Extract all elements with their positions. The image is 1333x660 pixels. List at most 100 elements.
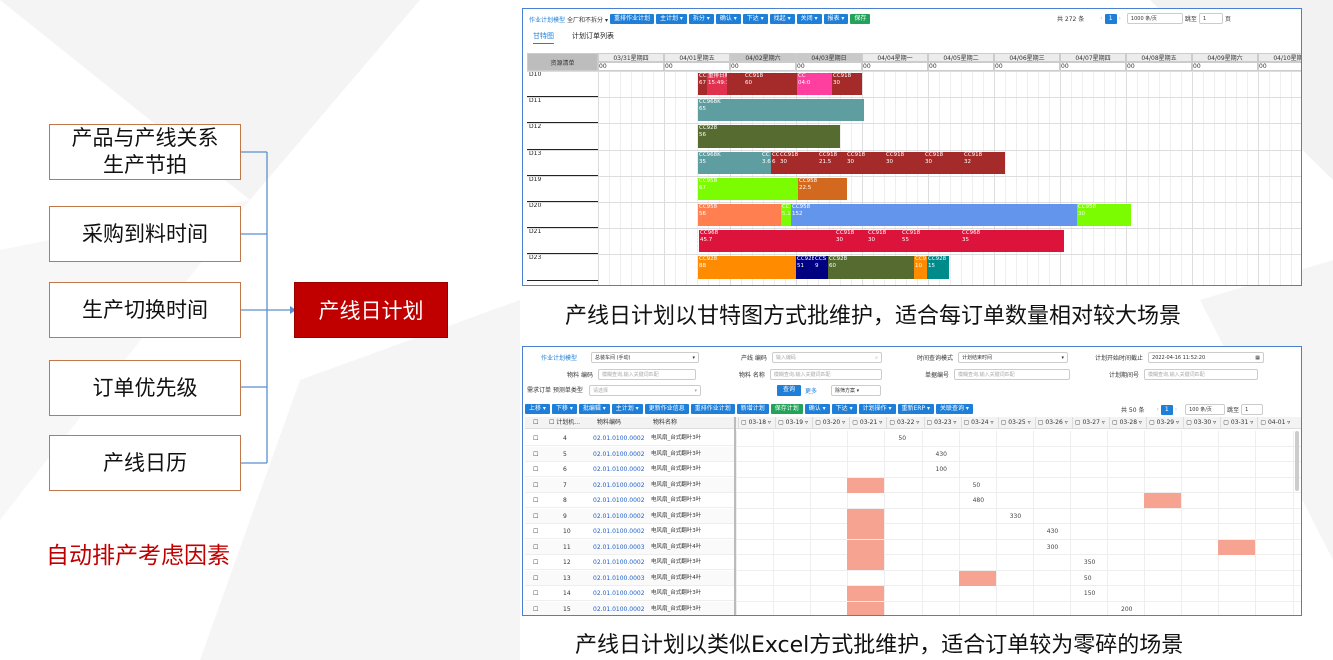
more-link[interactable]: 更多 — [805, 386, 817, 395]
plan-quantity-cell[interactable]: 350 — [1084, 559, 1095, 566]
time-mode-select[interactable]: 计划结束时间 ▾ — [958, 352, 1069, 363]
header-date-03-18[interactable]: ▢ 03-18 ▿ — [738, 417, 775, 429]
excel-toolbar-button[interactable]: 保存计划 — [770, 404, 803, 414]
plan-quantity-cell[interactable]: 480 — [973, 497, 984, 504]
gantt-task-bar[interactable]: CC928 15 — [927, 256, 949, 279]
table-row[interactable]: ☐ 8 02.01.0100.0002 电风扇_台式翻叶3叶 — [525, 493, 734, 508]
row-material-code[interactable]: 02.01.0100.0002 — [593, 555, 645, 570]
gantt-task-bar[interactable]: CC958 56 — [698, 204, 781, 227]
table-row[interactable]: ☐ 5 02.01.0100.0002 电风扇_台式翻叶3叶 — [525, 446, 734, 462]
excel-toolbar-button[interactable]: 重新ERP ▾ — [897, 404, 935, 414]
plan-period-input[interactable]: 模糊查询,输入关键词匹配 — [1144, 369, 1259, 380]
row-material-code[interactable]: 02.01.0100.0002 — [593, 493, 645, 508]
plan-quantity-cell[interactable]: 430 — [936, 451, 947, 458]
plan-start-input[interactable]: 2022-04-16 11:52:20 ▦ — [1148, 352, 1265, 363]
select-all-checkbox[interactable]: ☐ — [533, 417, 538, 429]
pending-cell-highlight[interactable] — [847, 477, 885, 493]
row-material-code[interactable]: 02.01.0100.0003 — [593, 540, 645, 555]
gantt-toolbar-button[interactable]: 主计划 ▾ — [655, 14, 687, 24]
excel-toolbar-button[interactable]: 计划操作 ▾ — [858, 404, 896, 414]
gantt-task-bar[interactable]: CC928 56 — [698, 125, 840, 148]
gantt-task-bar[interactable]: CC968 45.7 — [699, 230, 835, 253]
row-material-code[interactable]: 02.01.0100.0003 — [593, 571, 645, 586]
row-checkbox[interactable]: ☐ — [533, 493, 538, 508]
excel-toolbar-button[interactable]: 新增计划 — [736, 404, 769, 414]
gantt-jump-input[interactable]: 1 — [1198, 13, 1223, 24]
page-1-button[interactable]: 1 — [1104, 13, 1117, 24]
plan-quantity-cell[interactable]: 50 — [973, 482, 981, 489]
excel-toolbar-button[interactable]: 下移 ▾ — [551, 404, 577, 414]
gantt-task-bar[interactable]: CC918 55 — [901, 230, 961, 253]
header-date-03-27[interactable]: ▢ 03-27 ▿ — [1071, 417, 1109, 429]
gantt-task-bar[interactable]: CC928 51 — [796, 256, 814, 279]
row-material-code[interactable]: 02.01.0100.0002 — [593, 431, 645, 446]
gantt-resource-d12[interactable]: D12 — [527, 123, 598, 150]
filter-scheme-select[interactable]: 除筛方案 ▾ — [831, 385, 882, 396]
row-checkbox[interactable]: ☐ — [533, 540, 538, 555]
gantt-resource-d20[interactable]: D20 — [527, 202, 598, 229]
row-checkbox[interactable]: ☐ — [533, 602, 538, 616]
gantt-task-bar[interactable]: CC928 88 — [698, 256, 796, 279]
query-button[interactable]: 查询 — [777, 385, 802, 396]
gantt-task-bar[interactable]: CC958 152 — [791, 204, 1077, 227]
header-date-03-22[interactable]: ▢ 03-22 ▿ — [886, 417, 923, 429]
table-row[interactable]: ☐ 6 02.01.0100.0002 电风扇_台式翻叶3叶 — [525, 462, 734, 477]
row-checkbox[interactable]: ☐ — [533, 431, 538, 446]
pending-cell-highlight[interactable] — [958, 570, 996, 586]
plan-quantity-cell[interactable]: 50 — [898, 435, 906, 442]
pending-cell-highlight[interactable] — [1218, 539, 1256, 555]
excel-page-1-button[interactable]: 1 — [1160, 404, 1173, 415]
gantt-toolbar-button[interactable]: 报表 ▾ — [823, 14, 849, 24]
header-date-03-28[interactable]: ▢ 03-28 ▿ — [1109, 417, 1146, 429]
header-date-03-25[interactable]: ▢ 03-25 ▿ — [997, 417, 1035, 429]
row-checkbox[interactable]: ☐ — [533, 571, 538, 586]
gantt-task-bar[interactable]: CCS 9 — [814, 256, 828, 279]
material-name-input[interactable]: 模糊查询,输入关键词匹配 — [769, 369, 882, 380]
excel-toolbar-button[interactable]: 重排作业计划 — [690, 404, 735, 414]
material-code-input[interactable]: 模糊查询,输入关键词匹配 — [598, 369, 696, 380]
gantt-task-bar[interactable]: CC918 30 — [885, 151, 925, 174]
plan-quantity-cell[interactable]: 50 — [1084, 575, 1092, 582]
gantt-task-bar[interactable]: CC918 30 — [779, 151, 819, 174]
row-material-code[interactable]: 02.01.0100.0002 — [593, 462, 645, 477]
order-no-input[interactable]: 模糊查询,输入关键词匹配 — [954, 369, 1071, 380]
row-checkbox[interactable]: ☐ — [533, 524, 538, 539]
pending-cell-highlight[interactable] — [847, 555, 885, 570]
plan-quantity-cell[interactable]: 300 — [1047, 544, 1058, 551]
gantt-task-bar[interactable]: CC958 30 — [1077, 204, 1131, 227]
excel-next-page-icon[interactable]: › — [1175, 406, 1177, 413]
gantt-task-bar[interactable]: CC 04:0 — [797, 73, 833, 96]
header-date-03-20[interactable]: ▢ 03-20 ▿ — [812, 417, 849, 429]
gantt-toolbar-button[interactable]: 关闭 ▾ — [796, 14, 822, 24]
gantt-task-bar[interactable]: CC958 67 — [698, 177, 798, 200]
plan-quantity-cell[interactable]: 150 — [1084, 590, 1095, 597]
tab-plan-order-list[interactable]: 计划订单列表 — [572, 31, 614, 44]
gantt-task-bar[interactable]: CC918 32 — [963, 151, 1005, 174]
gantt-task-bar[interactable]: CC958 22.5 — [798, 177, 847, 200]
table-row[interactable]: ☐ 11 02.01.0100.0003 电风扇_台式翻叶4叶 — [525, 539, 734, 555]
row-checkbox[interactable]: ☐ — [533, 447, 538, 462]
gantt-task-bar[interactable]: CC968 35 — [961, 230, 1064, 253]
gantt-task-bar[interactable]: CC918 30 — [835, 230, 867, 253]
gantt-task-bar[interactable]: CC9 10 — [914, 256, 927, 279]
excel-toolbar-button[interactable]: 关联查询 ▾ — [936, 404, 973, 414]
gantt-task-bar[interactable]: CC968K 35 — [698, 151, 761, 174]
table-row[interactable]: ☐ 7 02.01.0100.0002 电风扇_台式翻叶3叶 — [525, 477, 734, 493]
header-date-03-30[interactable]: ▢ 03-30 ▿ — [1183, 417, 1220, 429]
plan-quantity-cell[interactable]: 200 — [1121, 606, 1132, 613]
excel-toolbar-button[interactable]: 上移 ▾ — [525, 404, 550, 414]
row-checkbox[interactable]: ☐ — [533, 586, 538, 601]
excel-toolbar-button[interactable]: 下达 ▾ — [831, 404, 857, 414]
gantt-page-size-select[interactable]: 1000 条/页 — [1126, 13, 1183, 24]
line-code-input[interactable]: 输入编码 ⌕ — [771, 352, 882, 363]
pending-cell-highlight[interactable] — [847, 508, 885, 524]
gantt-task-bar[interactable]: CC918 30 — [832, 73, 862, 96]
excel-toolbar-button[interactable]: 确认 ▾ — [804, 404, 830, 414]
excel-prev-page-icon[interactable]: ‹ — [1156, 406, 1158, 413]
row-material-code[interactable]: 02.01.0100.0002 — [593, 447, 645, 462]
demand-type-select[interactable]: 请选择 ▾ — [589, 385, 701, 396]
row-material-code[interactable]: 02.01.0100.0002 — [593, 586, 645, 601]
header-date-03-29[interactable]: ▢ 03-29 ▿ — [1146, 417, 1183, 429]
row-material-code[interactable]: 02.01.0100.0002 — [593, 524, 645, 539]
header-date-03-23[interactable]: ▢ 03-23 ▿ — [923, 417, 961, 429]
